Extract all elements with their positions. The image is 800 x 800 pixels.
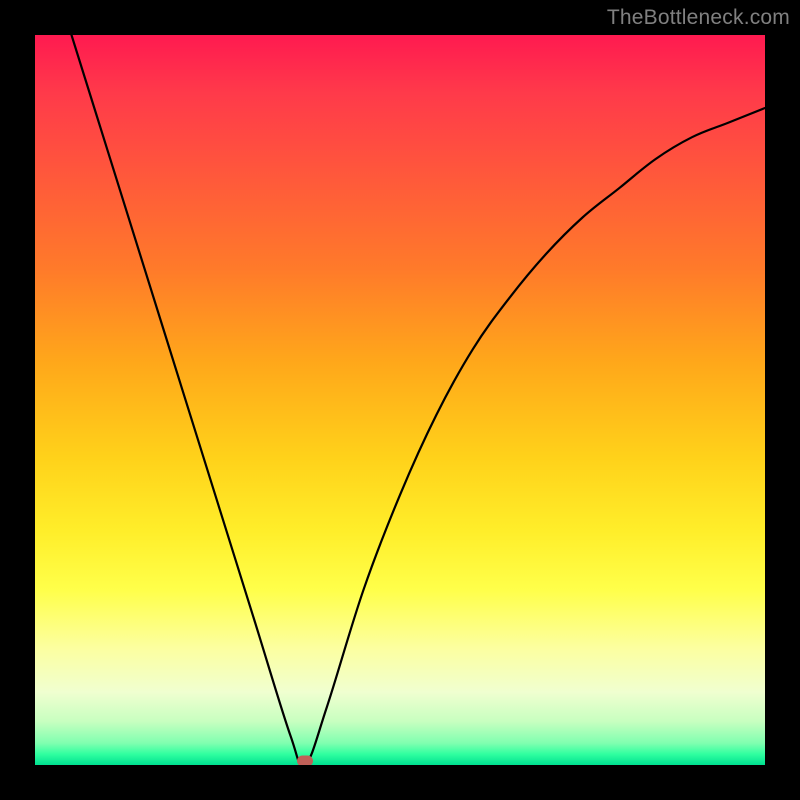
curve-svg [35,35,765,765]
bottleneck-curve [72,35,766,765]
chart-frame: TheBottleneck.com [0,0,800,800]
plot-area [35,35,765,765]
optimal-point-marker [297,756,313,765]
watermark-text: TheBottleneck.com [607,6,790,30]
